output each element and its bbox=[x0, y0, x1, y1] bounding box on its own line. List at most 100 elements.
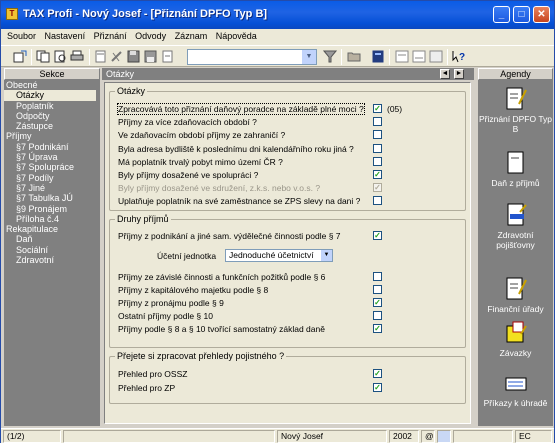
question-7-checkbox[interactable] bbox=[373, 196, 382, 206]
section-item[interactable]: §7 Spolupráce bbox=[4, 162, 100, 172]
income-4-checkbox[interactable]: ✓ bbox=[373, 324, 382, 333]
question-3-checkbox[interactable] bbox=[373, 143, 382, 153]
section-item[interactable]: §7 Úprava bbox=[4, 152, 100, 162]
income-3-checkbox[interactable] bbox=[373, 311, 382, 320]
section-item[interactable]: Otázky bbox=[4, 90, 96, 101]
section-item[interactable]: §9 Pronájem bbox=[4, 204, 100, 214]
questions-panel: Otázky ◄ ► Otázky Zpracovává toto přizná… bbox=[102, 68, 474, 426]
agendas-panel: Agendy Přiznání DPFO Typ B Daň z příjmů Zd… bbox=[478, 68, 553, 426]
question-0-checkbox[interactable]: ✓ bbox=[373, 104, 382, 113]
menu-zaznam[interactable]: Záznam bbox=[172, 29, 211, 41]
section-item[interactable]: Sociální bbox=[4, 245, 100, 255]
section-item[interactable]: Daň bbox=[4, 234, 100, 244]
group-insurance: Přejete si zpracovat přehledy pojistného… bbox=[109, 351, 466, 404]
question-2-checkbox[interactable] bbox=[373, 130, 382, 140]
document-pen-icon bbox=[505, 86, 527, 112]
section-item[interactable]: Odpočty bbox=[4, 111, 100, 121]
status-page: (1/2) bbox=[3, 430, 61, 443]
income-1-checkbox[interactable] bbox=[373, 285, 382, 294]
toolbar-combo[interactable]: ▼ bbox=[187, 49, 317, 65]
insurance-1-checkbox[interactable]: ✓ bbox=[373, 383, 382, 392]
export-icon[interactable] bbox=[161, 50, 175, 63]
agenda-label: Finanční úřady bbox=[487, 304, 544, 314]
minimize-button[interactable]: _ bbox=[493, 6, 510, 23]
question-5-label: Byly příjmy dosažené ve spolupráci ? bbox=[118, 170, 259, 180]
accounting-unit-select[interactable]: Jednoduché účetnictví ▼ bbox=[225, 249, 333, 262]
question-4-checkbox[interactable] bbox=[373, 156, 382, 166]
agenda-item[interactable]: Finanční úřady bbox=[478, 276, 553, 314]
income-4-label: Příjmy podle § 8 a § 10 tvořící samostat… bbox=[118, 324, 325, 334]
folder-note-icon bbox=[505, 320, 527, 346]
print-preview-icon[interactable] bbox=[53, 50, 67, 63]
title-bar[interactable]: T TAX Profi - Nový Josef - [Přiznání DPF… bbox=[1, 1, 554, 29]
print-icon[interactable] bbox=[70, 50, 84, 63]
insurance-1-label: Přehled pro ZP bbox=[118, 383, 176, 393]
income-2-label: Příjmy z pronájmu podle § 9 bbox=[118, 298, 224, 308]
section-item[interactable]: Rekapitulace bbox=[4, 224, 100, 234]
menu-soubor[interactable]: Soubor bbox=[4, 29, 39, 41]
agenda-item[interactable]: Daň z příjmů bbox=[478, 150, 553, 188]
status-at: @ bbox=[421, 430, 435, 443]
document-pen-icon bbox=[505, 276, 527, 302]
chevron-down-icon[interactable]: ▼ bbox=[302, 50, 316, 64]
save-icon[interactable] bbox=[127, 50, 141, 63]
form-icon[interactable] bbox=[395, 50, 409, 63]
menu-bar: Soubor Nastavení Přiznání Odvody Záznam … bbox=[1, 29, 554, 45]
section-item[interactable]: Zdravotní bbox=[4, 255, 100, 265]
income-2-checkbox[interactable]: ✓ bbox=[373, 298, 382, 307]
question-6-label: Byly příjmy dosažené ve sdružení, z.k.s.… bbox=[118, 183, 321, 194]
next-page-button[interactable]: ► bbox=[454, 69, 464, 79]
document-icon bbox=[505, 150, 527, 176]
question-5-checkbox[interactable]: ✓ bbox=[373, 170, 382, 179]
section-item[interactable]: §7 Podíly bbox=[4, 173, 100, 183]
chevron-down-icon[interactable]: ▼ bbox=[321, 250, 332, 261]
cut-icon[interactable] bbox=[94, 50, 108, 63]
calculator-icon[interactable] bbox=[371, 50, 385, 63]
question-2-label: Ve zdaňovacím období příjmy ze zahraničí… bbox=[118, 130, 286, 141]
menu-nastaveni[interactable]: Nastavení bbox=[42, 29, 89, 41]
sections-list: Obecné Otázky Poplatník Odpočty Zástupce Příj… bbox=[4, 80, 100, 265]
insurance-0-checkbox[interactable]: ✓ bbox=[373, 369, 382, 378]
agenda-item[interactable]: Závazky bbox=[478, 320, 553, 358]
questions-title: Otázky bbox=[106, 69, 135, 79]
form2-icon[interactable] bbox=[412, 50, 426, 63]
payment-order-icon bbox=[505, 370, 527, 396]
group-questions-title: Otázky bbox=[115, 86, 148, 96]
copy-icon[interactable] bbox=[36, 50, 50, 63]
help-icon[interactable]: ? bbox=[452, 50, 466, 63]
section-item[interactable]: Obecné bbox=[4, 80, 100, 90]
question-1-checkbox[interactable] bbox=[373, 117, 382, 127]
section-item[interactable]: Zástupce bbox=[4, 121, 100, 131]
question-1-label: Příjmy za více zdaňovacích období ? bbox=[118, 117, 257, 128]
section-item[interactable]: §7 Jiné bbox=[4, 183, 100, 193]
agenda-label: Daň z příjmů bbox=[491, 178, 540, 188]
menu-priznani[interactable]: Přiznání bbox=[91, 29, 130, 41]
section-item[interactable]: Poplatník bbox=[4, 101, 100, 111]
questions-header: Otázky ◄ ► bbox=[102, 68, 474, 80]
tools-icon[interactable] bbox=[110, 50, 124, 63]
maximize-button[interactable]: □ bbox=[513, 6, 530, 23]
section-item[interactable]: §7 Podnikání bbox=[4, 142, 100, 152]
question-3-label: Byla adresa bydliště k poslednímu dni ka… bbox=[118, 143, 354, 154]
folder-icon[interactable] bbox=[347, 50, 361, 63]
filter-icon[interactable] bbox=[323, 50, 337, 63]
agenda-item[interactable]: Přiznání DPFO Typ B bbox=[478, 86, 553, 134]
section-item[interactable]: §7 Tabulka JÚ bbox=[4, 193, 100, 203]
menu-napoveda[interactable]: Nápověda bbox=[213, 29, 260, 41]
section-item[interactable]: Příjmy bbox=[4, 131, 100, 141]
prev-page-button[interactable]: ◄ bbox=[440, 69, 450, 79]
app-icon[interactable]: T bbox=[6, 8, 18, 20]
income-0-checkbox[interactable] bbox=[373, 272, 382, 281]
menu-odvody[interactable]: Odvody bbox=[132, 29, 169, 41]
agenda-item[interactable]: Zdravotní pojišťovny bbox=[478, 202, 553, 250]
form3-icon[interactable] bbox=[429, 50, 443, 63]
close-button[interactable]: ✕ bbox=[533, 6, 550, 23]
save-all-icon[interactable] bbox=[144, 50, 158, 63]
income-business-checkbox[interactable]: ✓ bbox=[373, 231, 382, 240]
svg-text:?: ? bbox=[459, 52, 465, 63]
insurance-0-label: Přehled pro OSSZ bbox=[118, 369, 188, 379]
open-icon[interactable] bbox=[13, 50, 27, 63]
agenda-label: Závazky bbox=[499, 348, 532, 358]
section-item[interactable]: Příloha č.4 bbox=[4, 214, 100, 224]
agenda-item[interactable]: Příkazy k úhradě bbox=[478, 370, 553, 408]
